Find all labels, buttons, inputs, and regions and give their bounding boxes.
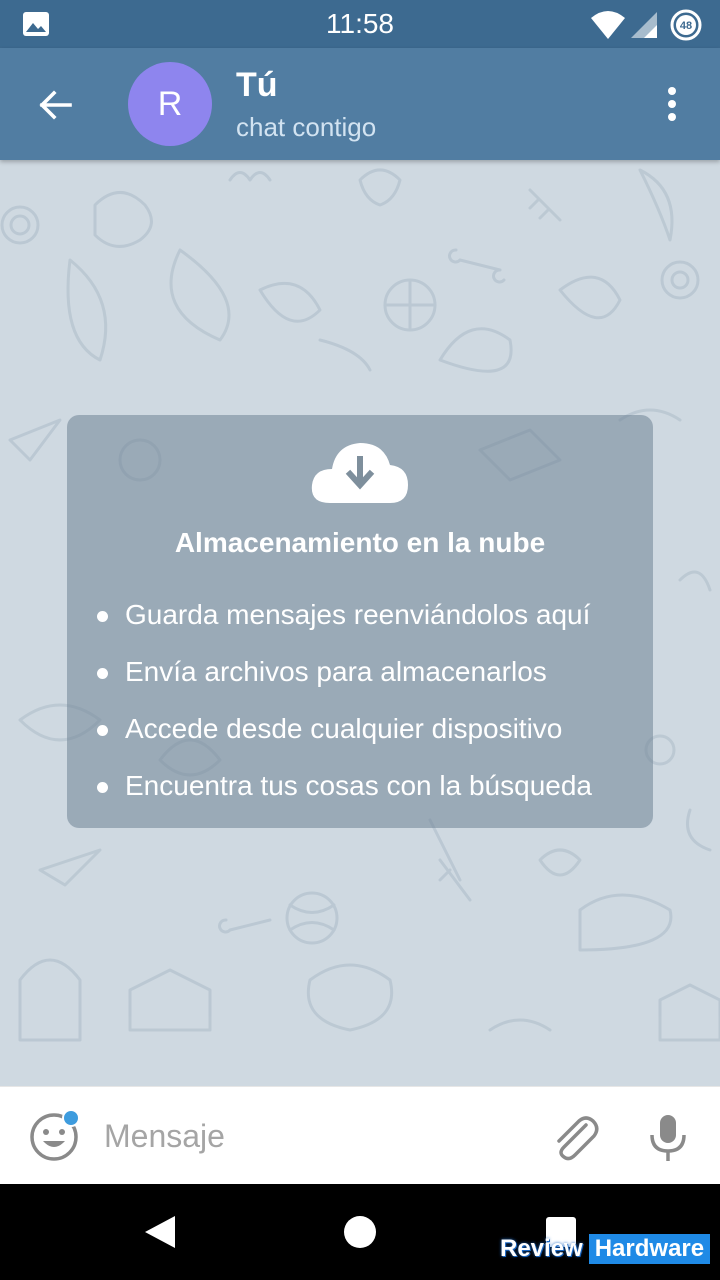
chat-background: Almacenamiento en la nube Guarda mensaje… [0,160,720,1086]
bullet [97,725,108,736]
paperclip-icon [557,1116,599,1161]
avatar-letter: R [157,84,183,123]
feature-list: Guarda mensajes reenviándolos aquí Envía… [97,599,592,827]
card-title: Almacenamiento en la nube [174,527,546,558]
chat-title[interactable]: Tú [236,66,278,105]
cell-signal-icon [631,12,657,38]
list-item: Accede desde cualquier dispositivo [97,713,592,770]
microphone-button[interactable] [644,1111,692,1165]
emoji-button[interactable] [28,1109,80,1163]
arrow-left-icon [39,90,72,120]
notification-badge [62,1109,80,1127]
list-item-text: Envía archivos para almacenarlos [125,656,547,687]
cloud-storage-card: Almacenamiento en la nube Guarda mensaje… [67,415,653,828]
list-item: Envía archivos para almacenarlos [97,656,592,713]
battery-icon: 48 [670,9,702,41]
list-item: Guarda mensajes reenviándolos aquí [97,599,592,656]
attach-button[interactable] [548,1111,602,1165]
battery-level: 48 [680,20,692,32]
list-item-text: Accede desde cualquier dispositivo [125,713,563,744]
bullet [97,782,108,793]
list-item-text: Guarda mensajes reenviándolos aquí [125,599,591,630]
back-button[interactable] [28,78,82,132]
microphone-icon [650,1115,686,1161]
watermark: Review Hardware [500,1234,711,1264]
bullet [97,668,108,679]
message-input[interactable] [104,1111,524,1161]
bullet [97,611,108,622]
list-item-text: Encuentra tus cosas con la búsqueda [125,770,592,801]
watermark-hardware: Hardware [588,1234,711,1264]
list-item: Encuentra tus cosas con la búsqueda [97,770,592,827]
watermark-review: Review [500,1235,583,1262]
more-vertical-icon [668,87,676,121]
more-options-button[interactable] [648,80,696,128]
avatar[interactable]: R [128,62,212,146]
system-nav-bar [0,1184,720,1280]
chat-subtitle: chat contigo [236,112,377,142]
message-composer [0,1086,720,1184]
nav-back-icon[interactable] [142,1214,178,1250]
cloud-download-icon [311,443,408,503]
nav-home-button[interactable] [344,1216,376,1248]
wifi-icon [591,11,625,39]
status-bar: 11:58 48 [0,0,720,48]
chat-header: R Tú chat contigo [0,48,720,160]
